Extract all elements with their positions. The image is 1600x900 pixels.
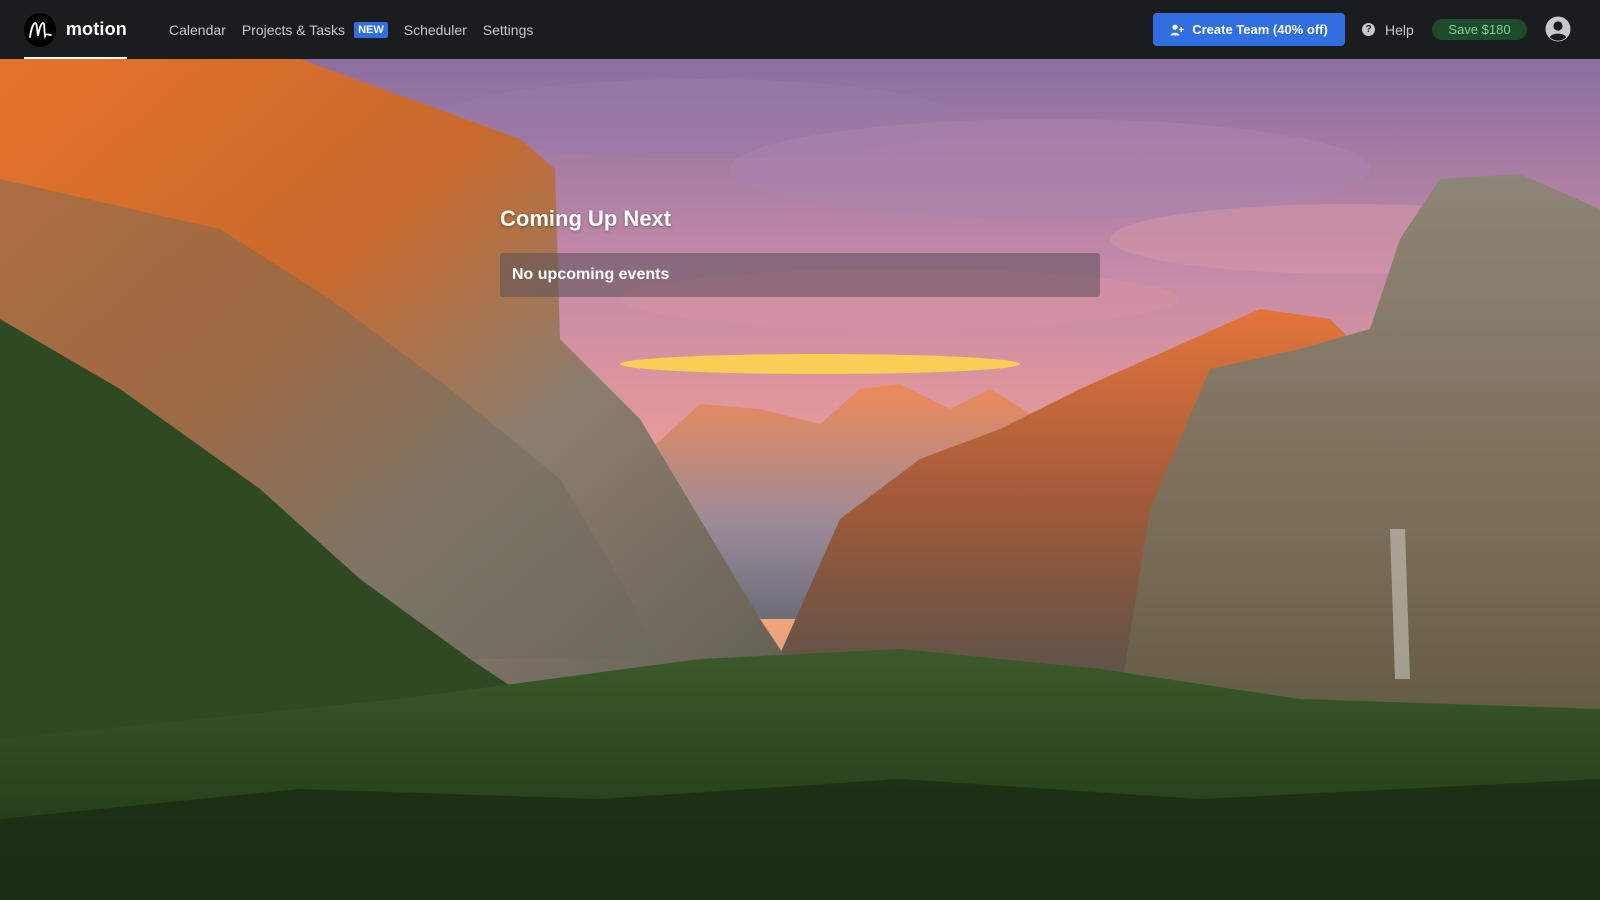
user-avatar-button[interactable] xyxy=(1545,16,1571,42)
user-circle-icon xyxy=(1545,16,1571,42)
brand-home-link[interactable]: motion xyxy=(24,0,127,59)
no-upcoming-events-box: No upcoming events xyxy=(500,253,1100,297)
nav-scheduler-label: Scheduler xyxy=(403,21,467,38)
nav-projects-tasks[interactable]: Projects & Tasks NEW xyxy=(241,21,388,38)
coming-up-next-title: Coming Up Next xyxy=(500,206,672,231)
motion-logo-icon xyxy=(24,12,56,47)
nav-calendar[interactable]: Calendar xyxy=(169,22,226,38)
main-nav: Calendar Projects & Tasks NEW Scheduler … xyxy=(169,0,549,59)
save-discount-button[interactable]: Save $180 xyxy=(1432,19,1527,40)
nav-projects-label: Projects & Tasks xyxy=(241,21,346,38)
create-team-label: Create Team (40% off) xyxy=(1192,22,1328,37)
empty-events-message: No upcoming events xyxy=(512,266,670,283)
nav-scheduler[interactable]: Scheduler xyxy=(404,22,467,38)
help-button[interactable]: ? Help xyxy=(1362,0,1414,59)
new-badge: NEW xyxy=(354,21,388,38)
top-navigation-bar: motion Calendar Projects & Tasks NEW Sch… xyxy=(0,0,1600,59)
active-tab-indicator xyxy=(24,57,127,59)
create-team-button[interactable]: Create Team (40% off) xyxy=(1153,13,1345,46)
upcoming-events-panel: Coming Up Next No upcoming events xyxy=(500,203,1100,297)
help-label: Help xyxy=(1385,21,1414,38)
background-landscape-image xyxy=(0,59,1600,900)
save-label: Save $180 xyxy=(1448,22,1511,37)
question-circle-icon: ? xyxy=(1362,23,1375,36)
brand-name: motion xyxy=(65,19,127,39)
nav-settings-label: Settings xyxy=(482,21,534,38)
add-user-icon xyxy=(1170,24,1184,35)
nav-calendar-label: Calendar xyxy=(169,21,226,38)
nav-settings[interactable]: Settings xyxy=(483,22,534,38)
